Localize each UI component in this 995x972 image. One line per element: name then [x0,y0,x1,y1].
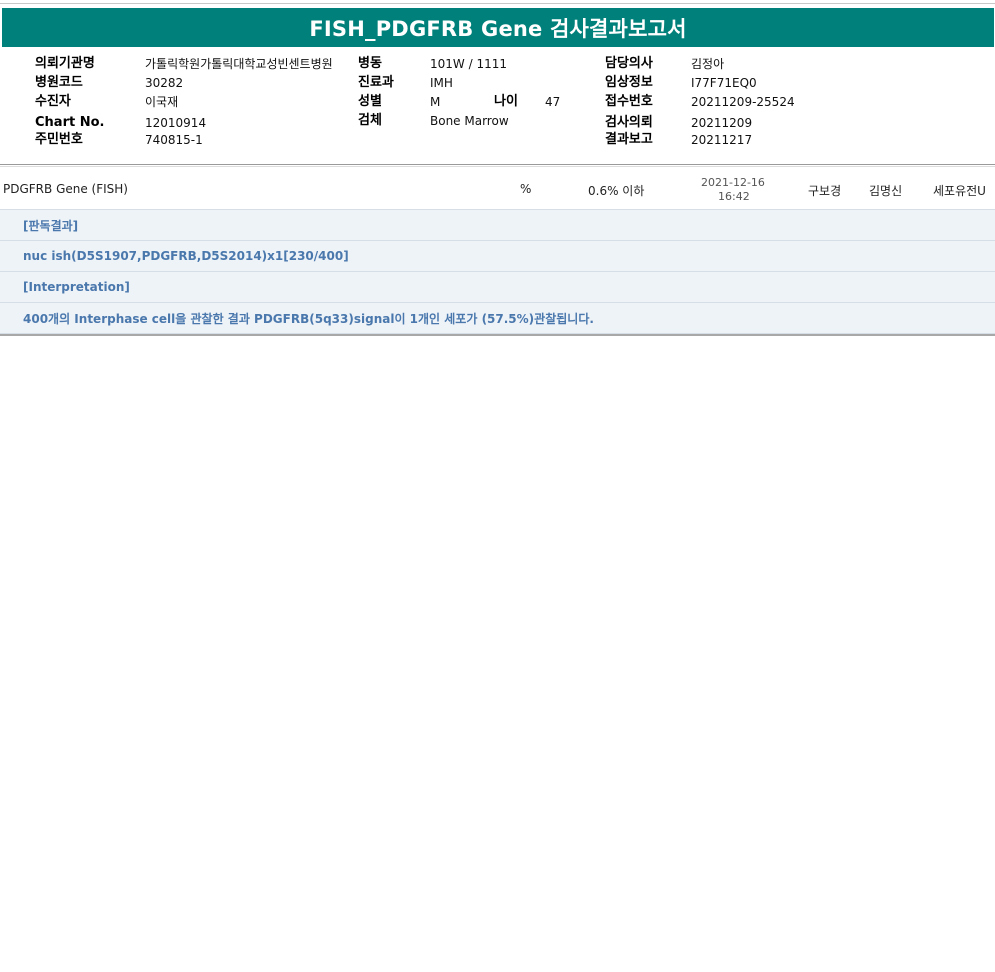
chart-no-label: Chart No. [35,115,105,130]
result-row: PDGFRB Gene (FISH) % 0.6% 이하 2021-12-16 … [0,171,995,210]
reference-range: 0.6% 이하 [588,184,645,198]
section-divider [0,164,995,165]
department-value: IMH [430,76,453,90]
patient-name-value: 이국재 [145,95,179,109]
interpretation-line: [Interpretation] [0,272,995,303]
test-name: PDGFRB Gene (FISH) [3,182,128,196]
request-date-label: 검사의뢰 [605,115,653,130]
ward-label: 병동 [358,56,382,71]
institution-value: 가톨릭학원가톨릭대학교성빈센트병원 [145,57,333,71]
interpretation-line: nuc ish(D5S1907,PDGFRB,D5S2014)x1[230/40… [0,241,995,272]
reporter-name: 구보경 [808,184,842,198]
clinical-info-value: I77F71EQ0 [691,76,757,90]
department-name: 세포유전U [933,184,986,198]
doctor-label: 담당의사 [605,56,653,71]
sex-label: 성별 [358,94,382,109]
clinical-info-label: 임상정보 [605,75,653,90]
verifier-name: 김명신 [869,184,903,198]
specimen-label: 검체 [358,113,382,128]
result-date: 2021-12-16 [701,176,765,189]
ward-value: 101W / 1111 [430,57,507,71]
interpretation-line: [판독결과] [0,210,995,241]
section-divider-light [0,166,995,167]
receipt-no-label: 접수번호 [605,94,653,109]
doctor-value: 김정아 [691,57,725,71]
sex-value: M [430,95,441,109]
institution-label: 의뢰기관명 [35,56,95,71]
request-date-value: 20211209 [691,116,753,130]
hospital-code-value: 30282 [145,76,184,90]
result-unit: % [520,182,532,196]
hospital-code-label: 병원코드 [35,75,83,90]
bottom-rule [0,334,995,336]
age-label: 나이 [494,94,518,109]
interpretation-line: 400개의 Interphase cell을 관찰한 결과 PDGFRB(5q3… [0,303,995,334]
resident-no-value: 740815-1 [145,133,203,147]
receipt-no-value: 20211209-25524 [691,95,795,109]
patient-info-panel: 의뢰기관명 가톨릭학원가톨릭대학교성빈센트병원 병원코드 30282 수진자 이… [0,0,995,160]
report-date-value: 20211217 [691,133,753,147]
chart-no-value: 12010914 [145,116,207,130]
resident-no-label: 주민번호 [35,132,83,147]
specimen-value: Bone Marrow [430,114,509,128]
patient-name-label: 수진자 [35,94,71,109]
result-time: 16:42 [718,190,750,203]
department-label: 진료과 [358,75,394,90]
interpretation-section: [판독결과] nuc ish(D5S1907,PDGFRB,D5S2014)x1… [0,210,995,334]
age-value: 47 [545,95,561,109]
report-date-label: 결과보고 [605,132,653,147]
